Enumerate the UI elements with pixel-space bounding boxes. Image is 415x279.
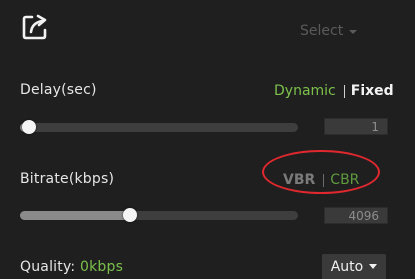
bitrate-mode-toggle: VBR CBR [283, 172, 359, 188]
delay-label: Delay(sec) [20, 82, 97, 98]
delay-mode-dynamic[interactable]: Dynamic [274, 83, 336, 99]
bitrate-label: Bitrate(kbps) [20, 171, 115, 187]
delay-slider-track[interactable] [20, 123, 298, 132]
delay-value-field[interactable]: 1 [324, 118, 388, 135]
quality-value: 0kbps [79, 259, 124, 275]
bitrate-slider-track[interactable] [20, 211, 298, 220]
bitrate-mode-divider [323, 173, 325, 187]
delay-mode-toggle: Dynamic Fixed [274, 83, 394, 99]
quality-auto-dropdown[interactable]: Auto [322, 254, 386, 279]
delay-mode-fixed[interactable]: Fixed [351, 83, 394, 99]
quality-row: Quality: 0kbps [20, 259, 123, 275]
chevron-down-icon [369, 264, 378, 269]
quality-auto-label: Auto [330, 258, 364, 275]
select-dropdown-label: Select [300, 23, 344, 39]
bitrate-slider-fill [20, 211, 131, 220]
select-dropdown[interactable]: Select [300, 20, 380, 42]
quality-label: Quality: [20, 259, 76, 275]
bitrate-value-field[interactable]: 4096 [324, 207, 388, 224]
chevron-down-icon [349, 30, 358, 34]
delay-mode-divider [343, 84, 345, 98]
external-share-icon [22, 14, 47, 40]
bitrate-mode-vbr[interactable]: VBR [283, 172, 315, 188]
share-button[interactable] [20, 12, 50, 42]
delay-slider-thumb[interactable] [22, 120, 36, 134]
bitrate-mode-cbr[interactable]: CBR [330, 172, 359, 188]
